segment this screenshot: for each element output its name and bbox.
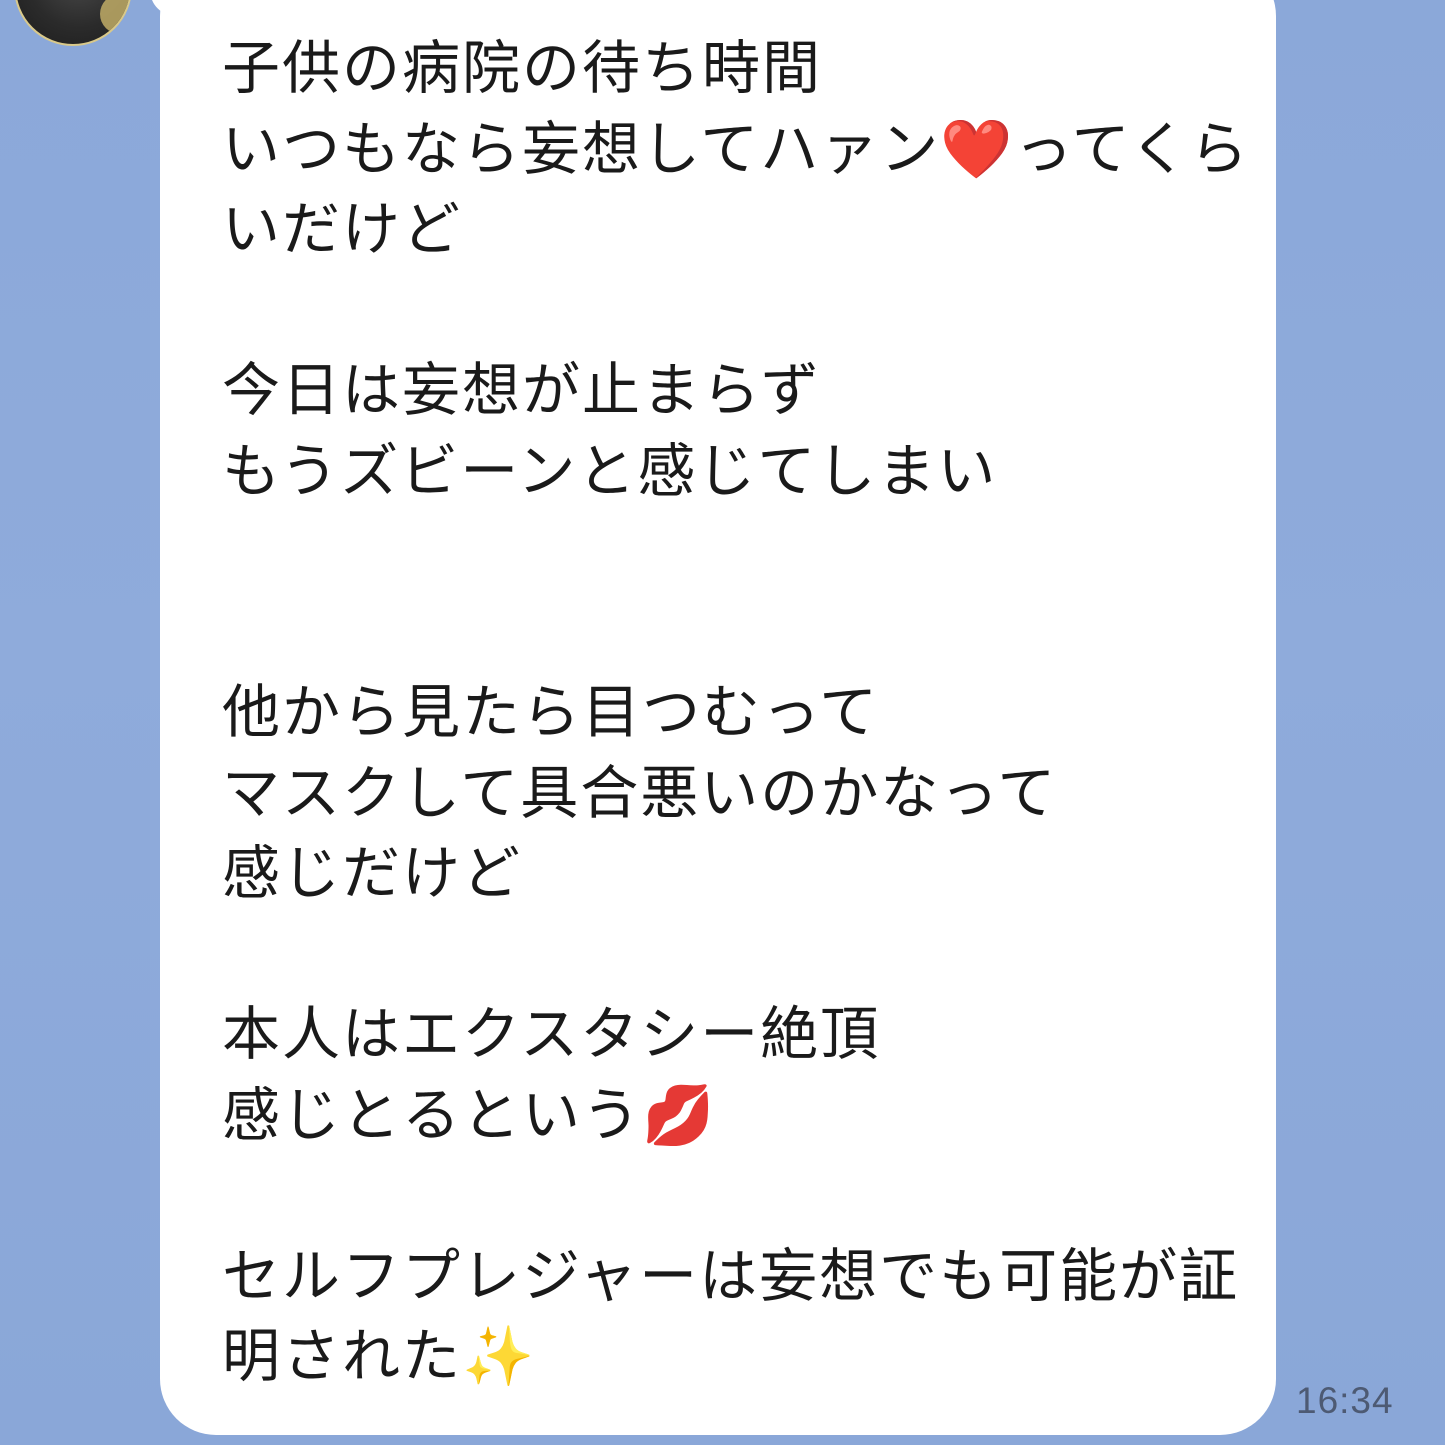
- message-text: 子供の病院の待ち時間 いつもなら妄想してハァン❤️ってくらいだけど 今日は妄想が…: [222, 34, 1250, 1390]
- message-timestamp: 16:34: [1296, 1380, 1394, 1421]
